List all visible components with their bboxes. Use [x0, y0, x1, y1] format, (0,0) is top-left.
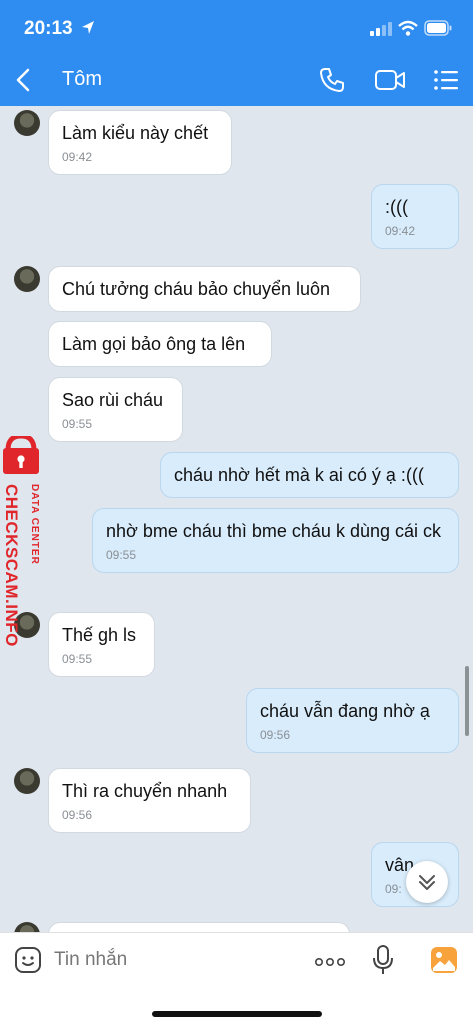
message-time: 09:56 [62, 808, 93, 822]
message-time: 09:55 [62, 417, 93, 431]
message-time: 09:42 [385, 224, 416, 238]
message-text: Sao rùi cháu [62, 390, 164, 410]
message-incoming[interactable]: Chú tưởng cháu bảo chuyển luôn [48, 266, 361, 312]
checkscam-watermark: DATA CENTER CHECKSCAM.INFO [2, 436, 40, 647]
contact-avatar[interactable] [14, 768, 40, 794]
message-outgoing[interactable]: nhờ bme cháu thì bme cháu k dùng cái ck … [92, 508, 459, 573]
watermark-data-center: DATA CENTER [29, 484, 40, 565]
message-time: 09:56 [260, 728, 291, 742]
contact-avatar[interactable] [14, 266, 40, 292]
status-bar: 20:13 [0, 0, 473, 56]
message-incoming[interactable]: Sao rùi cháu 09:55 [48, 377, 183, 442]
message-text: Chú tưởng cháu bảo chuyển luôn [62, 279, 331, 299]
message-outgoing[interactable]: :((( 09:42 [371, 184, 459, 249]
message-incoming-partial[interactable] [48, 922, 350, 932]
message-text: Thì ra chuyển nhanh [62, 781, 228, 801]
message-incoming[interactable]: Thì ra chuyển nhanh 09:56 [48, 768, 251, 833]
contact-avatar[interactable] [14, 110, 40, 136]
watermark-checkscam: CHECKSCAM.INFO [2, 484, 21, 647]
message-outgoing[interactable]: cháu nhờ hết mà k ai có ý ạ :((( [160, 452, 459, 498]
message-text: :((( [385, 197, 408, 217]
chat-area[interactable]: Làm kiểu này chết 09:42 :((( 09:42 Chú t… [0, 106, 473, 932]
wifi-icon [398, 20, 418, 36]
message-time: 09:55 [62, 652, 93, 666]
contact-avatar[interactable] [14, 922, 40, 932]
message-text: Làm gọi bảo ông ta lên [62, 334, 246, 354]
scroll-indicator[interactable] [465, 666, 469, 736]
video-call-button[interactable] [374, 68, 406, 92]
sticker-icon[interactable] [14, 946, 42, 974]
status-time: 20:13 [24, 18, 73, 39]
more-options-icon[interactable] [314, 957, 346, 967]
contact-name[interactable]: Tôm [62, 68, 102, 91]
message-text: Thế gh ls [62, 625, 137, 645]
home-indicator[interactable] [152, 1011, 322, 1017]
photo-gallery-icon[interactable] [430, 946, 458, 974]
message-text: cháu nhờ hết mà k ai có ý ạ :((( [174, 465, 424, 485]
message-input[interactable]: Tin nhắn [54, 949, 127, 971]
menu-list-button[interactable] [432, 68, 460, 92]
double-chevron-down-icon [419, 875, 435, 890]
message-incoming[interactable]: Làm kiểu này chết 09:42 [48, 110, 232, 175]
message-time: 09:42 [62, 150, 93, 164]
battery-icon [424, 20, 452, 36]
message-text: Làm kiểu này chết [62, 123, 209, 143]
message-incoming[interactable]: Làm gọi bảo ông ta lên [48, 321, 272, 367]
microphone-icon[interactable] [372, 945, 394, 975]
message-incoming[interactable]: Thế gh ls 09:55 [48, 612, 155, 677]
message-text: nhờ bme cháu thì bme cháu k dùng cái ck [106, 521, 441, 541]
message-input-bar: Tin nhắn [0, 932, 473, 1024]
back-button[interactable] [12, 66, 36, 94]
message-time: 09:55 [106, 548, 137, 562]
message-outgoing[interactable]: cháu vẫn đang nhờ ạ 09:56 [246, 688, 459, 753]
scroll-to-bottom-button[interactable] [406, 861, 448, 903]
header-bar: 20:13 Tôm [0, 0, 473, 106]
location-arrow-icon [82, 21, 94, 34]
call-button[interactable] [318, 66, 346, 94]
message-text: cháu vẫn đang nhờ ạ [260, 701, 430, 721]
cellular-signal-icon [370, 22, 392, 36]
